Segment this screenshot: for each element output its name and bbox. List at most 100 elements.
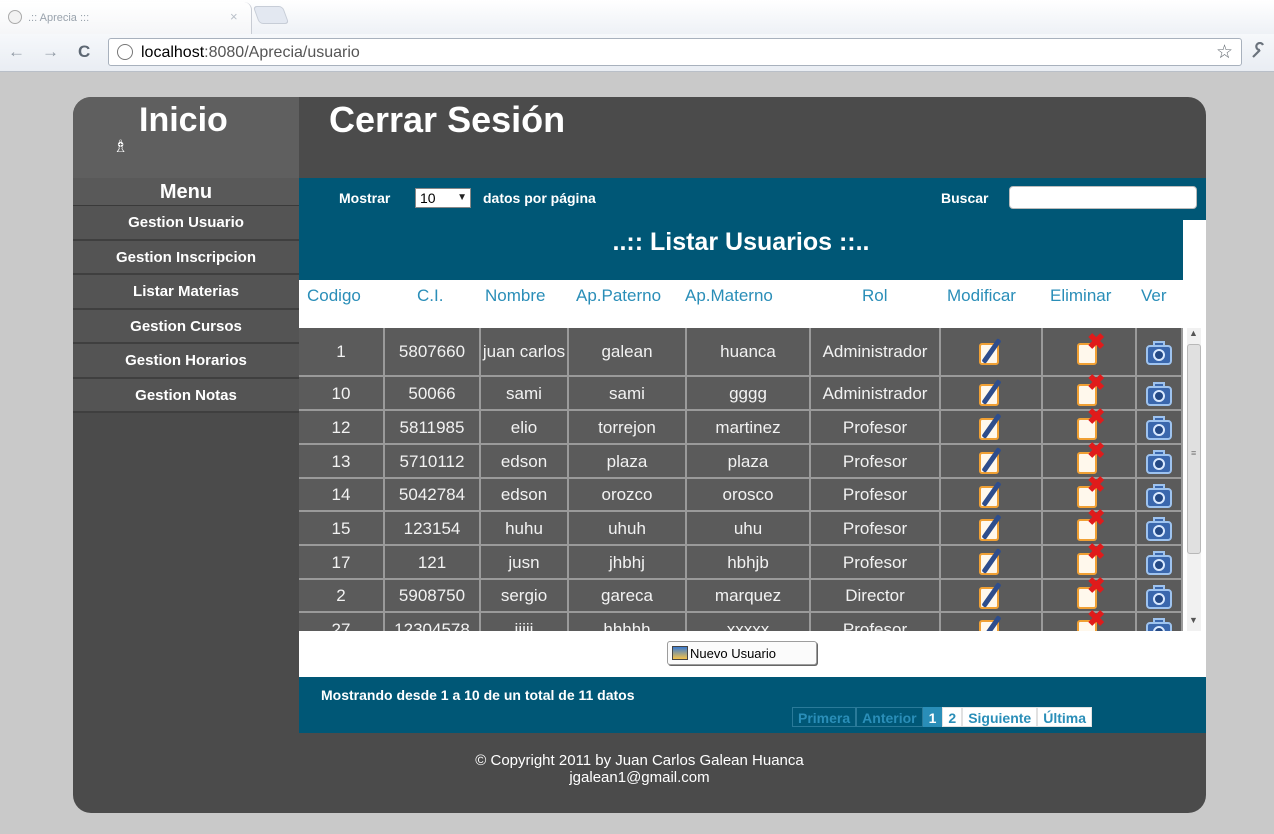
pager-previous[interactable]: Anterior [856, 707, 923, 727]
cell-ap-materno: huanca [687, 328, 811, 377]
view-icon[interactable] [1143, 412, 1175, 442]
cell-codigo: 27 [299, 613, 385, 631]
cell-ci: 12304578 [385, 613, 481, 631]
view-icon[interactable] [1143, 378, 1175, 408]
back-arrow-icon[interactable]: ← [8, 42, 25, 62]
view-icon[interactable] [1143, 513, 1175, 543]
cell-rol: Administrador [811, 377, 941, 411]
table-row: 1 5807660 juan carlos galean huanca Administr… [299, 328, 1183, 377]
copyright: © Copyright 2011 by Juan Carlos Galean H… [73, 752, 1206, 786]
edit-icon[interactable] [975, 337, 1007, 367]
cell-nombre: iiiii [481, 613, 569, 631]
cell-ap-materno: gggg [687, 377, 811, 411]
table-header: Codigo C.I. Nombre Ap.Paterno Ap.Materno… [299, 280, 1183, 328]
table-controls: Mostrar 10 ▼ datos por página Buscar [299, 178, 1206, 220]
edit-icon[interactable] [975, 581, 1007, 611]
new-tab-button[interactable] [252, 6, 290, 24]
column-header-ap-paterno[interactable]: Ap.Paterno [576, 286, 661, 306]
delete-icon[interactable]: ✖ [1073, 608, 1105, 631]
forward-arrow-icon[interactable]: → [42, 42, 59, 62]
scroll-up-arrow-icon[interactable]: ▲ [1189, 328, 1198, 338]
edit-icon[interactable] [975, 446, 1007, 476]
edit-icon[interactable] [975, 480, 1007, 510]
view-icon[interactable] [1143, 614, 1175, 631]
sidebar-item-listar-materias[interactable]: Listar Materias [73, 275, 299, 310]
column-header-ci[interactable]: C.I. [417, 286, 443, 306]
pager-page-2[interactable]: 2 [942, 707, 963, 727]
edit-icon[interactable] [975, 513, 1007, 543]
scroll-down-arrow-icon[interactable]: ▼ [1189, 615, 1198, 625]
cell-rol: Profesor [811, 411, 941, 445]
browser-tab[interactable]: .:: Aprecia ::: × [0, 2, 252, 34]
cell-codigo: 15 [299, 512, 385, 546]
page-info-icon [117, 44, 133, 60]
column-header-nombre[interactable]: Nombre [485, 286, 545, 306]
cell-codigo: 12 [299, 411, 385, 445]
cell-action [1137, 445, 1183, 479]
sidebar-item-gestion-inscripcion[interactable]: Gestion Inscripcion [73, 240, 299, 275]
pager-last[interactable]: Última [1037, 707, 1093, 727]
close-icon[interactable]: × [230, 9, 238, 24]
view-icon[interactable] [1143, 480, 1175, 510]
cell-nombre: jusn [481, 546, 569, 580]
browser-tabbar: .:: Aprecia ::: × [0, 0, 1274, 34]
cell-codigo: 14 [299, 479, 385, 512]
cell-ci: 5811985 [385, 411, 481, 445]
table-row: 17 121 jusn jhbhj hbhjb Profesor ✖ [299, 541, 1183, 580]
sidebar-item-gestion-cursos[interactable]: Gestion Cursos [73, 309, 299, 344]
cell-rol: Administrador [811, 328, 941, 377]
cell-rol: Profesor [811, 613, 941, 631]
cell-nombre: edson [481, 445, 569, 479]
table-row: 13 5710112 edson plaza plaza Profesor ✖ [299, 440, 1183, 479]
new-user-button[interactable]: Nuevo Usuario [667, 641, 817, 665]
table-info: Mostrando desde 1 a 10 de un total de 11… [321, 687, 635, 703]
cell-action [941, 580, 1043, 613]
table-body: 1 5807660 juan carlos galean huanca Administr… [299, 328, 1183, 631]
url-path: :8080/Aprecia/usuario [204, 44, 360, 61]
cell-ci: 5807660 [385, 328, 481, 377]
cell-ap-paterno: plaza [569, 445, 687, 479]
search-input[interactable] [1009, 186, 1197, 209]
home-box[interactable]: Inicio ♗ [73, 97, 299, 178]
column-header-rol[interactable]: Rol [862, 286, 888, 306]
edit-icon[interactable] [975, 412, 1007, 442]
sidebar-item-gestion-horarios[interactable]: Gestion Horarios [73, 344, 299, 379]
cell-action: ✖ [1043, 608, 1137, 631]
home-link[interactable]: Inicio [139, 101, 228, 140]
view-icon[interactable] [1143, 547, 1175, 577]
cell-codigo: 17 [299, 546, 385, 580]
table-scrollbar[interactable]: ▲ ≡ ▼ [1183, 280, 1206, 631]
address-bar[interactable]: localhost:8080/Aprecia/usuario ☆ [108, 38, 1242, 66]
view-icon[interactable] [1143, 446, 1175, 476]
cell-ap-materno: orosco [687, 479, 811, 512]
sidebar-item-gestion-usuario[interactable]: Gestion Usuario [73, 206, 299, 241]
cell-nombre: edson [481, 479, 569, 512]
cell-ci: 123154 [385, 512, 481, 546]
view-icon[interactable] [1143, 581, 1175, 611]
edit-icon[interactable] [975, 378, 1007, 408]
wrench-menu-icon[interactable] [1250, 41, 1268, 65]
show-label: Mostrar [339, 190, 391, 206]
table-row: 14 5042784 edson orozco orosco Profesor ✖ [299, 473, 1183, 512]
edit-icon[interactable] [975, 614, 1007, 631]
cell-rol: Profesor [811, 479, 941, 512]
pager-next[interactable]: Siguiente [962, 707, 1038, 727]
cell-ap-materno: uhu [687, 512, 811, 546]
edit-icon[interactable] [975, 547, 1007, 577]
logout-link[interactable]: Cerrar Sesión [329, 99, 565, 141]
bookmark-star-icon[interactable]: ☆ [1216, 41, 1233, 64]
cell-ap-materno: plaza [687, 445, 811, 479]
column-header-codigo[interactable]: Codigo [307, 286, 361, 306]
pager-page-1[interactable]: 1 [922, 707, 943, 727]
cell-ap-materno: marquez [687, 580, 811, 613]
view-icon[interactable] [1143, 337, 1175, 367]
delete-icon[interactable]: ✖ [1073, 330, 1105, 367]
cell-ci: 5042784 [385, 479, 481, 512]
column-header-ap-materno[interactable]: Ap.Materno [685, 286, 773, 306]
pager-first[interactable]: Primera [792, 707, 857, 727]
cell-ci: 5908750 [385, 580, 481, 613]
page-length-select[interactable]: 10 ▼ [415, 188, 471, 208]
sidebar-item-gestion-notas[interactable]: Gestion Notas [73, 378, 299, 413]
pagination: Primera Anterior 1 2 Siguiente Última [792, 707, 1093, 727]
reload-icon[interactable]: C [78, 42, 90, 62]
